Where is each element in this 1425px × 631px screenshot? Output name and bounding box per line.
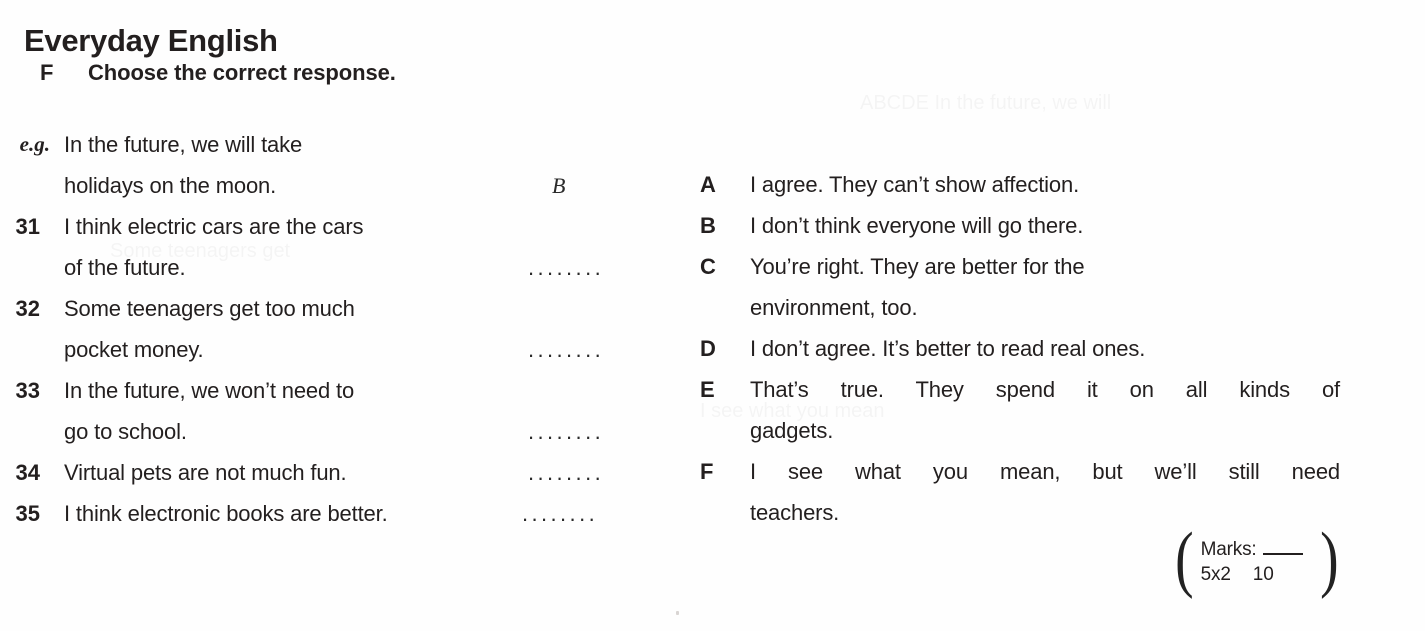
option-row-e: E That’s true. They spend it on all kind… bbox=[700, 369, 1340, 410]
question-row: 31 I think electric cars are the cars bbox=[0, 206, 660, 247]
question-row: 35 I think electronic books are better. … bbox=[0, 493, 660, 534]
question-number: e.g. bbox=[19, 132, 50, 156]
option-row-c: C You’re right. They are better for the bbox=[700, 246, 1340, 287]
exercise-letter: F bbox=[40, 60, 54, 85]
question-number: 32 bbox=[15, 296, 40, 321]
question-number: 31 bbox=[15, 214, 40, 239]
answer-blank[interactable]: ........ bbox=[528, 247, 604, 288]
question-text-line: holidays on the moon. bbox=[64, 173, 277, 198]
close-paren-glyph: ) bbox=[1319, 518, 1339, 600]
option-letter: F bbox=[700, 459, 714, 484]
option-letter: B bbox=[700, 213, 716, 238]
answer-blank[interactable]: ........ bbox=[522, 493, 598, 534]
open-paren-glyph: ( bbox=[1175, 518, 1194, 600]
options-column: A I agree. They can’t show affection. B … bbox=[700, 164, 1340, 533]
scan-speck-artifact bbox=[676, 611, 679, 615]
option-row-f: F I see what you mean, but we’ll still n… bbox=[700, 451, 1340, 492]
scan-bleed-artifact: ABCDE In the future, we will bbox=[860, 92, 1111, 115]
question-text-line: In the future, we will take bbox=[64, 132, 303, 157]
question-text-line: In the future, we won’t need to bbox=[64, 378, 355, 403]
question-number: 33 bbox=[15, 378, 40, 403]
marks-label: Marks: bbox=[1200, 539, 1257, 560]
option-text-line: I don’t think everyone will go there. bbox=[750, 213, 1084, 238]
option-text-line: environment, too. bbox=[750, 295, 918, 320]
option-letter: D bbox=[700, 336, 716, 361]
marks-denominator-row: 5x2 10 bbox=[1201, 562, 1313, 588]
questions-column: e.g. In the future, we will take holiday… bbox=[0, 124, 660, 534]
exercise-rubric: F Choose the correct response. bbox=[40, 58, 396, 88]
question-row-continued: of the future. ........ bbox=[0, 247, 660, 288]
option-text-line: I agree. They can’t show affection. bbox=[750, 172, 1080, 197]
option-row-b: B I don’t think everyone will go there. bbox=[700, 205, 1340, 246]
option-letter: C bbox=[700, 254, 716, 279]
question-row: 33 In the future, we won’t need to bbox=[0, 370, 660, 411]
question-row: 32 Some teenagers get too much bbox=[0, 288, 660, 329]
marks-score-blank[interactable] bbox=[1263, 539, 1304, 555]
option-text-line: I don’t agree. It’s better to read real … bbox=[750, 336, 1146, 361]
marks-content: Marks: 5x2 10 bbox=[1197, 524, 1317, 602]
question-row: e.g. In the future, we will take bbox=[0, 124, 660, 165]
question-number: 35 bbox=[15, 501, 40, 526]
option-text-line: That’s true. They spend it on all kinds … bbox=[750, 377, 1340, 402]
page-title: Everyday English bbox=[24, 22, 278, 58]
option-letter: A bbox=[700, 172, 716, 197]
marks-total: 10 bbox=[1252, 564, 1274, 585]
question-row: 34 Virtual pets are not much fun. ......… bbox=[0, 452, 660, 493]
answer-blank[interactable]: ........ bbox=[528, 452, 604, 493]
question-number: 34 bbox=[15, 460, 40, 485]
answer-blank[interactable]: ........ bbox=[528, 329, 604, 370]
question-row-continued: go to school. ........ bbox=[0, 411, 660, 452]
marks-box: ( Marks: 5x2 10 ) bbox=[1172, 518, 1341, 602]
marks-label-row: Marks: bbox=[1201, 538, 1313, 562]
question-row-continued: holidays on the moon. B bbox=[0, 165, 660, 206]
option-row-d: D I don’t agree. It’s better to read rea… bbox=[700, 328, 1340, 369]
option-text-line: I see what you mean, but we’ll still nee… bbox=[750, 459, 1340, 484]
question-row-continued: pocket money. ........ bbox=[0, 329, 660, 370]
question-text-line: I think electric cars are the cars bbox=[64, 214, 364, 239]
answer-blank[interactable]: ........ bbox=[528, 411, 604, 452]
exercise-instruction: Choose the correct response. bbox=[88, 60, 396, 85]
marks-multiplier: 5x2 bbox=[1200, 564, 1231, 585]
worksheet-page: ABCDE In the future, we will Some teenag… bbox=[0, 0, 1425, 631]
option-row-a: A I agree. They can’t show affection. bbox=[700, 164, 1340, 205]
option-text-line: You’re right. They are better for the bbox=[750, 254, 1085, 279]
answer-given: B bbox=[552, 173, 566, 198]
option-text-line: gadgets. bbox=[750, 418, 834, 443]
option-letter: E bbox=[700, 377, 715, 402]
question-text-line: Some teenagers get too much bbox=[64, 296, 355, 321]
